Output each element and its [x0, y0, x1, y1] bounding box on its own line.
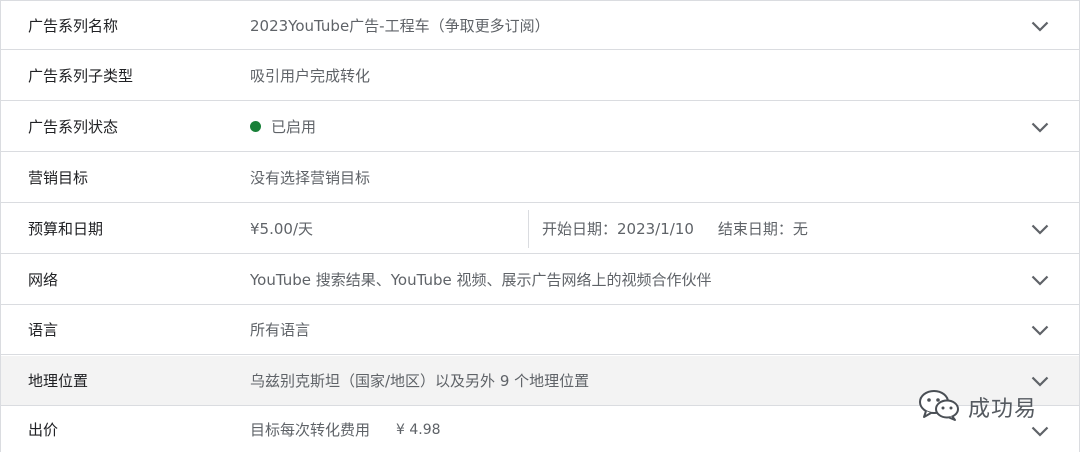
- watermark: 成功易: [918, 388, 1037, 426]
- row-languages[interactable]: 语言 所有语言: [1, 305, 1079, 355]
- chevron-down-icon[interactable]: [1030, 272, 1050, 288]
- status-dot-icon: [250, 121, 261, 132]
- row-label: 网络: [28, 271, 59, 289]
- row-value: YouTube 搜索结果、YouTube 视频、展示广告网络上的视频合作伙伴: [250, 271, 712, 289]
- bid-strategy: 目标每次转化费用: [250, 421, 371, 439]
- chevron-down-icon[interactable]: [1030, 119, 1050, 135]
- row-value: 没有选择营销目标: [250, 169, 371, 187]
- row-label: 广告系列状态: [28, 118, 119, 136]
- row-label: 广告系列名称: [28, 16, 119, 35]
- row-value: 2023YouTube广告-工程车（争取更多订阅）: [250, 16, 550, 35]
- chevron-down-icon[interactable]: [1030, 221, 1050, 237]
- chevron-down-icon[interactable]: [1030, 18, 1050, 34]
- row-campaign-name[interactable]: 广告系列名称 2023YouTube广告-工程车（争取更多订阅）: [1, 0, 1079, 50]
- row-label: 出价: [28, 421, 59, 439]
- end-date: 结束日期：无: [717, 220, 808, 238]
- row-label: 广告系列子类型: [28, 67, 134, 85]
- row-value: 已启用: [250, 102, 316, 151]
- row-value: 所有语言: [250, 321, 311, 339]
- status-text: 已启用: [271, 118, 317, 136]
- row-value: 吸引用户完成转化: [250, 67, 371, 85]
- row-label: 预算和日期: [28, 220, 104, 238]
- target-cpa: ¥ 4.98: [396, 421, 441, 438]
- chevron-down-icon[interactable]: [1030, 322, 1050, 338]
- start-date: 开始日期：2023/1/10: [542, 220, 694, 238]
- chevron-down-icon[interactable]: [1030, 373, 1050, 389]
- column-divider: [528, 210, 529, 248]
- row-budget-dates[interactable]: 预算和日期 ¥5.00/天 开始日期：2023/1/10 结束日期：无: [1, 204, 1079, 254]
- row-value: 乌兹别克斯坦（国家/地区）以及另外 9 个地理位置: [250, 372, 590, 390]
- watermark-text: 成功易: [968, 397, 1038, 422]
- row-campaign-subtype: 广告系列子类型 吸引用户完成转化: [1, 51, 1079, 101]
- row-value: 目标每次转化费用 ¥ 4.98: [250, 407, 441, 452]
- row-networks[interactable]: 网络 YouTube 搜索结果、YouTube 视频、展示广告网络上的视频合作伙…: [1, 255, 1079, 305]
- campaign-settings-panel: 广告系列名称 2023YouTube广告-工程车（争取更多订阅） 广告系列子类型…: [0, 0, 1080, 452]
- dates-value: 开始日期：2023/1/10 结束日期：无: [542, 204, 808, 253]
- row-label: 营销目标: [28, 169, 89, 187]
- row-label: 语言: [28, 321, 59, 339]
- row-campaign-status[interactable]: 广告系列状态 已启用: [1, 102, 1079, 152]
- wechat-icon: [918, 388, 962, 426]
- row-label: 地理位置: [28, 372, 89, 390]
- row-marketing-objective: 营销目标 没有选择营销目标: [1, 153, 1079, 203]
- budget-value: ¥5.00/天: [250, 220, 313, 238]
